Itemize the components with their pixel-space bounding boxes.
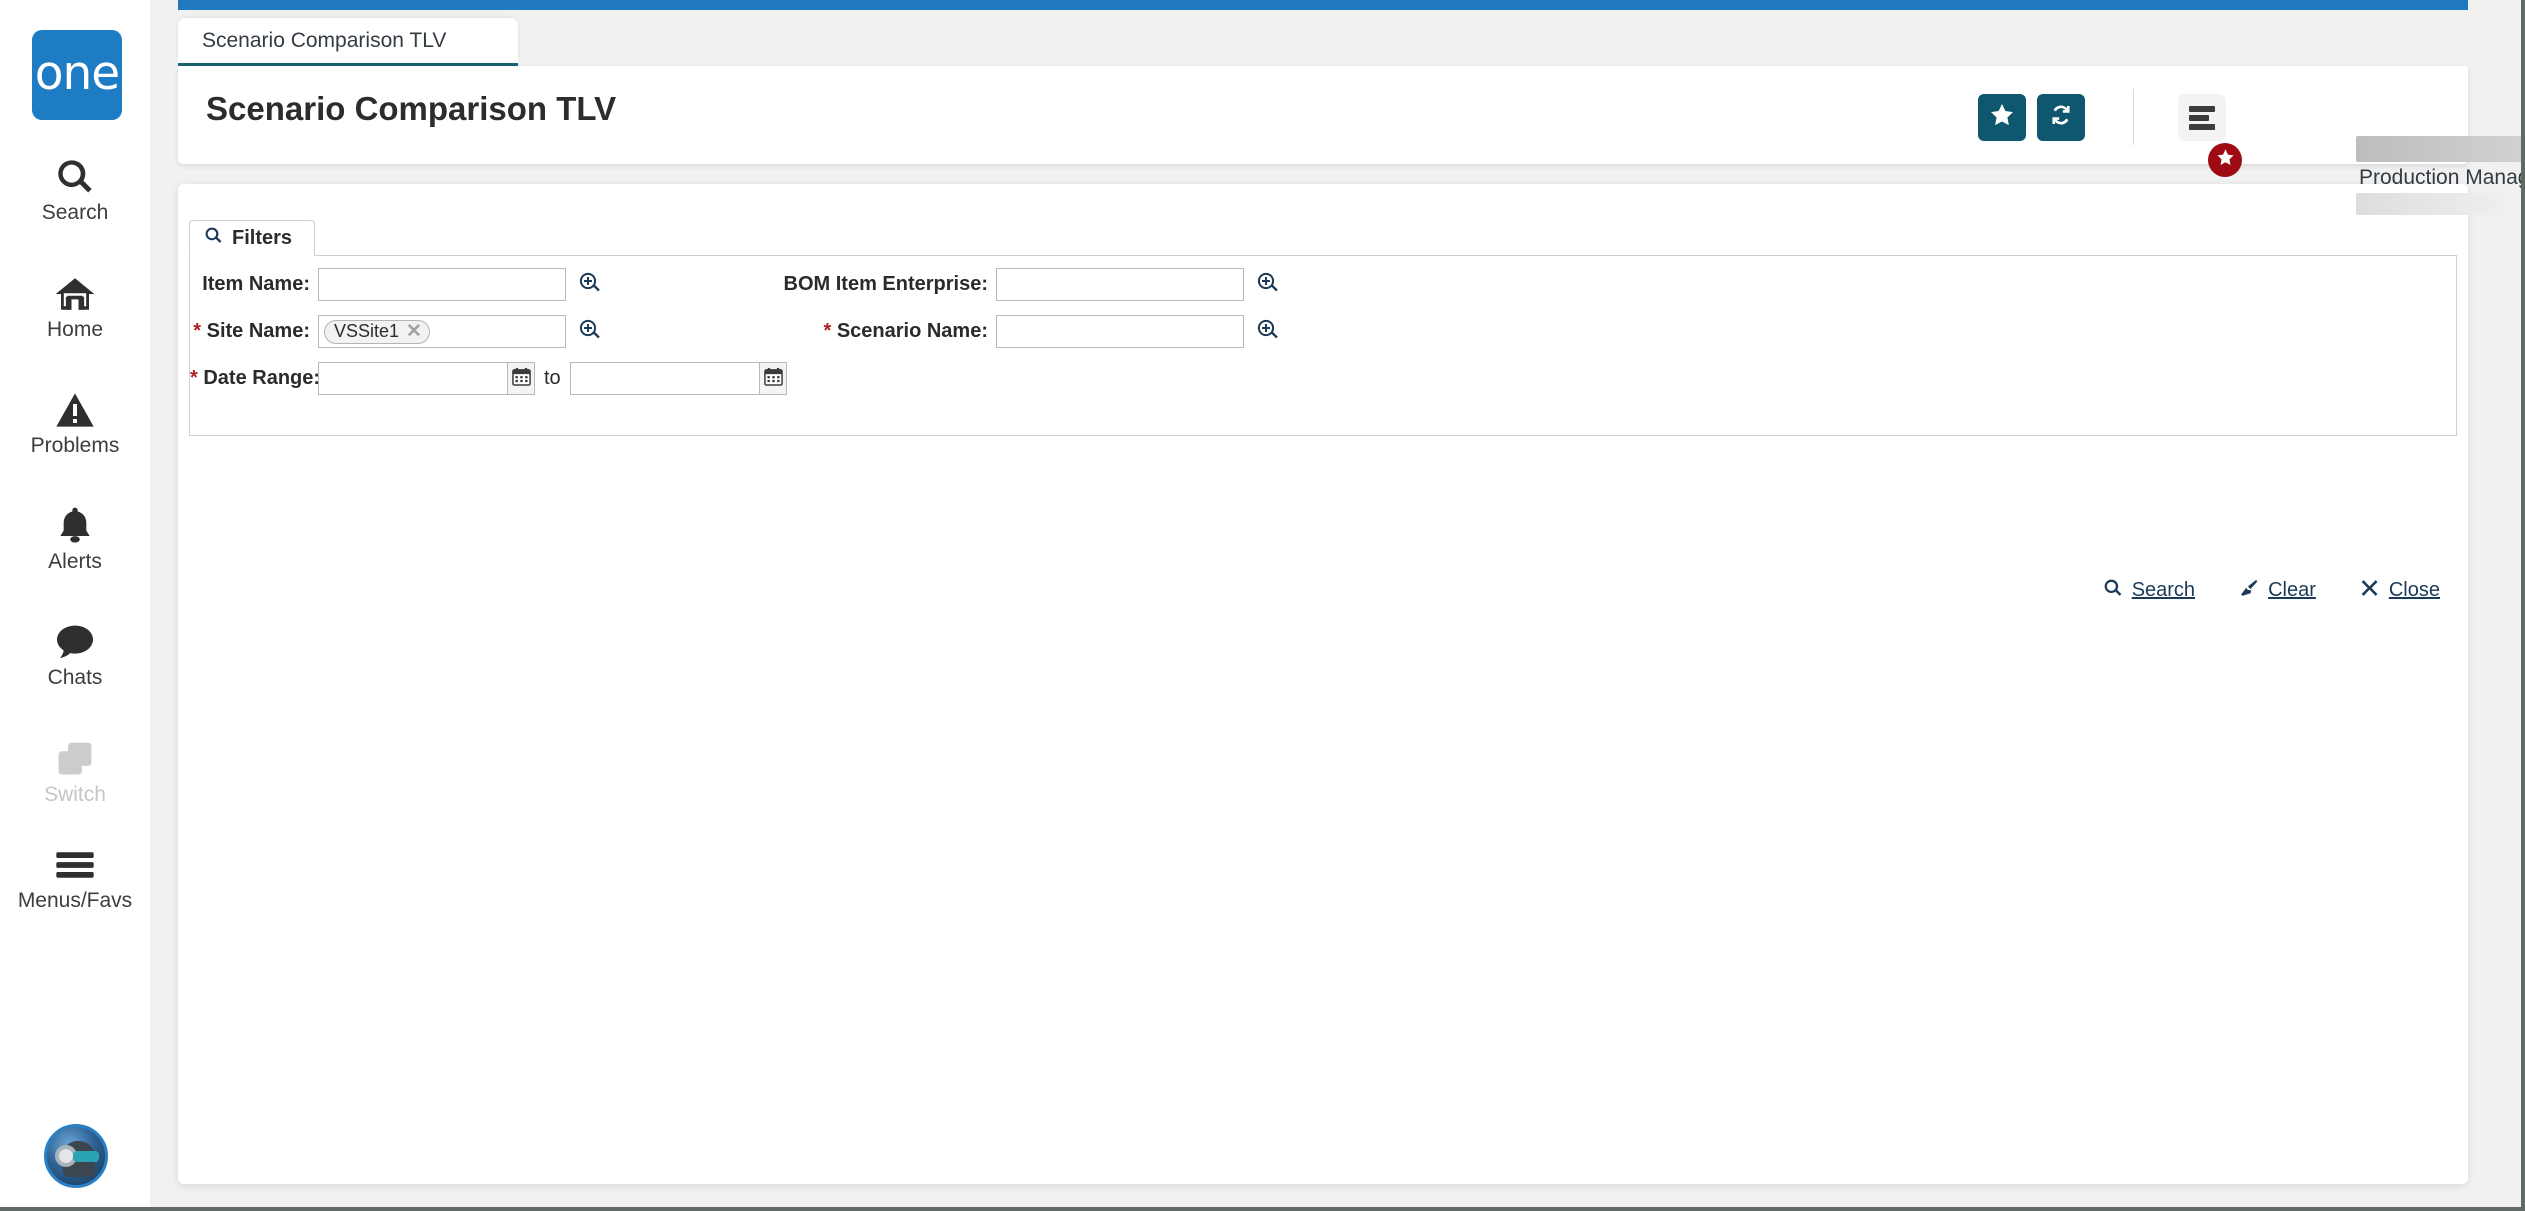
app-logo-text: one <box>34 46 120 101</box>
list-menu-icon <box>2189 103 2215 133</box>
home-icon <box>0 272 150 316</box>
app-logo[interactable]: one <box>32 30 122 120</box>
refresh-icon <box>2048 102 2074 133</box>
sidebar-item-switch[interactable]: Switch <box>0 737 150 807</box>
zoom-lookup-icon <box>1256 271 1280 300</box>
sidebar-item-label: Chats <box>47 666 103 689</box>
page-title: Scenario Comparison TLV <box>206 90 617 127</box>
redacted-user-name <box>2356 136 2525 162</box>
site-name-label: * Site Name: <box>190 315 310 347</box>
item-name-label: Item Name: <box>202 273 310 295</box>
top-accent-bar <box>178 0 2468 10</box>
close-icon[interactable]: ✕ <box>406 322 422 341</box>
filters-panel: Item Name: BOM Item Enterprise: * Site N… <box>189 256 2457 436</box>
sidebar-item-label: Alerts <box>48 550 102 573</box>
sidebar-item-home[interactable]: Home <box>0 272 150 342</box>
site-name-chip-label: VSSite1 <box>334 321 400 341</box>
scenario-name-label: * Scenario Name: <box>610 315 988 347</box>
sidebar-item-search[interactable]: Search <box>0 155 150 225</box>
close-button-label: Close <box>2388 579 2440 601</box>
required-marker: * <box>823 320 832 342</box>
calendar-icon <box>511 367 531 391</box>
sidebar-item-problems[interactable]: Problems <box>0 388 150 458</box>
chat-icon <box>0 620 150 664</box>
sidebar-item-label: Search <box>41 201 109 224</box>
window-bottom-edge <box>0 1207 2525 1211</box>
sidebar-item-chats[interactable]: Chats <box>0 620 150 690</box>
avatar[interactable] <box>44 1124 108 1188</box>
zoom-lookup-icon <box>578 318 602 347</box>
tab-scenario-comparison-tlv[interactable]: Scenario Comparison TLV <box>178 18 518 66</box>
date-range-from-input[interactable] <box>318 362 508 395</box>
warning-icon <box>0 388 150 432</box>
site-name-field[interactable]: VSSite1 ✕ <box>318 315 566 348</box>
item-name-lookup-button[interactable] <box>576 270 604 300</box>
user-role-label: Production Manager <box>2359 166 2525 189</box>
search-button-label: Search <box>2131 579 2196 601</box>
date-range-label-text: Date Range: <box>203 367 321 389</box>
content-card: Filters Item Name: BOM Item Enterprise: <box>178 184 2468 1184</box>
filter-actions: Search Clear Close <box>2103 578 2440 603</box>
bom-item-enterprise-label: BOM Item Enterprise: <box>783 273 988 295</box>
star-icon <box>2216 148 2235 172</box>
search-button[interactable]: Search <box>2103 578 2195 603</box>
required-marker: * <box>193 320 202 342</box>
clear-button[interactable]: Clear <box>2239 578 2316 603</box>
required-marker: * <box>190 367 198 389</box>
search-icon <box>2103 578 2123 603</box>
bom-item-enterprise-input[interactable] <box>996 268 1244 301</box>
sidebar-item-alerts[interactable]: Alerts <box>0 504 150 574</box>
item-name-input[interactable] <box>318 268 566 301</box>
sidebar-item-menus-favs[interactable]: Menus/Favs <box>0 843 150 913</box>
star-icon <box>1989 102 2015 133</box>
sidebar-item-label: Problems <box>30 434 120 457</box>
zoom-lookup-icon <box>578 271 602 300</box>
tab-filters[interactable]: Filters <box>189 220 316 256</box>
date-range-label: * Date Range: <box>190 362 320 394</box>
site-name-lookup-button[interactable] <box>576 317 604 347</box>
window-right-edge <box>2521 0 2525 1211</box>
header-divider <box>2133 89 2134 145</box>
scenario-name-label-text: Scenario Name: <box>836 320 988 342</box>
redacted-user-detail <box>2356 193 2506 215</box>
page-header: Scenario Comparison TLV Production Mana <box>178 66 2525 215</box>
site-name-label-text: Site Name: <box>206 320 310 342</box>
user-info-block: Production Manager <box>2356 136 2525 215</box>
list-menu-button[interactable] <box>2178 94 2226 141</box>
avatar-visor-shape <box>73 1151 99 1162</box>
refresh-button[interactable] <box>2037 94 2085 141</box>
date-range-to-calendar-button[interactable] <box>760 362 787 395</box>
scenario-name-input[interactable] <box>996 315 1244 348</box>
bom-item-enterprise-lookup-button[interactable] <box>1254 270 1282 300</box>
application-window: one Search Home Problems Alerts Chats Sw… <box>0 0 2525 1211</box>
sidebar-item-label: Menus/Favs <box>17 889 133 912</box>
filter-tab-label: Filters <box>232 226 293 249</box>
close-icon <box>2360 578 2380 603</box>
clear-button-label: Clear <box>2268 579 2316 601</box>
scenario-name-lookup-button[interactable] <box>1254 317 1282 347</box>
left-sidebar: one Search Home Problems Alerts Chats Sw… <box>0 0 150 1211</box>
calendar-icon <box>763 367 783 391</box>
favorite-button[interactable] <box>1978 94 2026 141</box>
menu-favorite-badge <box>2208 143 2242 177</box>
bell-icon <box>0 504 150 548</box>
date-range-to-input[interactable] <box>570 362 760 395</box>
date-range-separator: to <box>544 367 561 389</box>
site-name-chip: VSSite1 ✕ <box>324 319 430 344</box>
broom-icon <box>2239 578 2259 603</box>
close-button[interactable]: Close <box>2360 578 2440 603</box>
date-range-from-calendar-button[interactable] <box>508 362 535 395</box>
browser-tab-strip: Scenario Comparison TLV <box>178 18 2468 66</box>
switch-icon <box>0 737 150 781</box>
hamburger-icon <box>0 843 150 887</box>
filter-tab-bar: Filters <box>189 220 2457 256</box>
sidebar-item-label: Home <box>46 318 104 341</box>
sidebar-item-label: Switch <box>44 783 106 806</box>
tab-label: Scenario Comparison TLV <box>202 28 447 52</box>
zoom-lookup-icon <box>1256 318 1280 347</box>
search-icon <box>0 155 150 199</box>
search-icon <box>204 226 223 250</box>
